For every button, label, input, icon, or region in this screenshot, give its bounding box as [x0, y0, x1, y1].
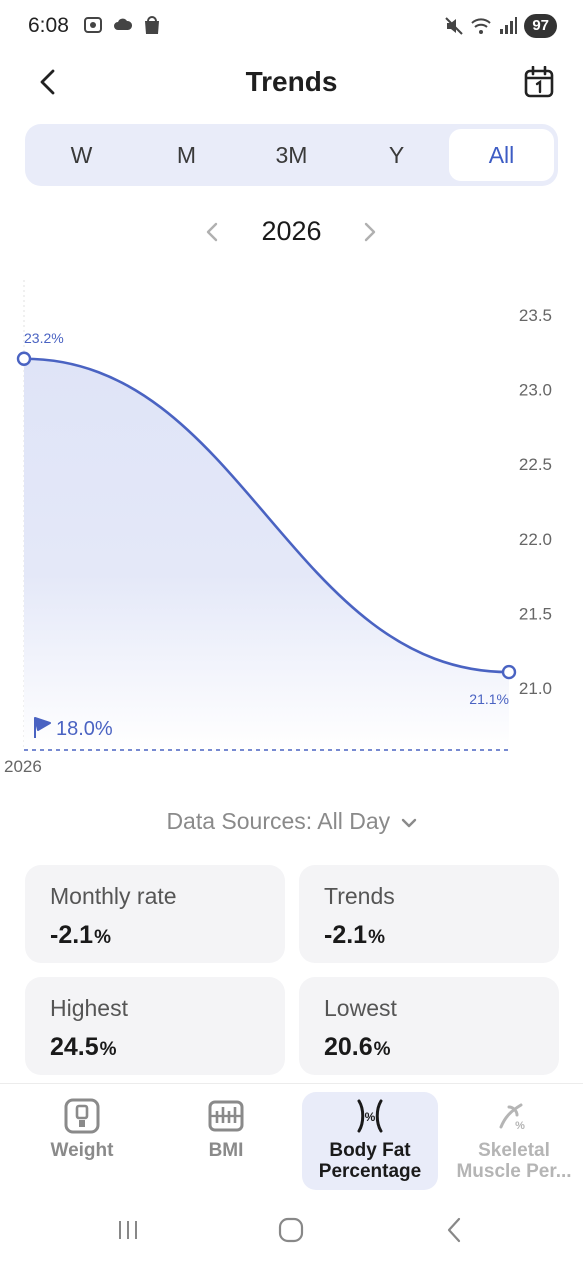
- home-button[interactable]: [271, 1212, 311, 1248]
- muscle-icon: %: [499, 1103, 525, 1132]
- back-icon: [447, 1217, 461, 1243]
- tab-week[interactable]: W: [29, 129, 134, 181]
- nav-label: Weight: [50, 1140, 114, 1161]
- recent-apps-icon: [119, 1221, 137, 1239]
- stat-value: 20.6%: [324, 1033, 391, 1061]
- period-tabs: W M 3M Y All: [25, 124, 558, 186]
- system-navigation-bar: [0, 1200, 583, 1260]
- stat-card-lowest: Lowest 20.6%: [299, 977, 559, 1075]
- stat-value: -2.1%: [50, 921, 111, 949]
- home-icon: [278, 1217, 304, 1243]
- status-bar: 6:08 97: [0, 0, 583, 56]
- nav-label: Body Fat Percentage: [318, 1140, 422, 1182]
- body-fat-trend-chart: 23.5 23.0 22.5 22.0 21.5 21.0 23.2% 21.1% 18.0% 2…: [0, 270, 583, 790]
- chevron-right-icon: [364, 222, 376, 242]
- x-tick-label: 2026: [4, 757, 42, 776]
- battery-level: 97: [524, 14, 557, 38]
- data-sources-dropdown[interactable]: Data Sources: All Day: [0, 808, 583, 835]
- goal-label: 18.0%: [56, 718, 113, 740]
- stat-value: 24.5%: [50, 1033, 117, 1061]
- tab-3-months[interactable]: 3M: [239, 129, 344, 181]
- calendar-icon: [524, 66, 554, 98]
- stat-label: Trends: [324, 883, 395, 909]
- system-back-button[interactable]: [434, 1212, 474, 1248]
- status-time: 6:08: [28, 14, 69, 37]
- y-tick-label: 23.0: [519, 381, 552, 400]
- body-fat-icon: %: [357, 1099, 383, 1133]
- stat-value: -2.1%: [324, 921, 385, 949]
- status-notification-icons: [82, 14, 162, 36]
- y-tick-label: 21.5: [519, 604, 552, 623]
- signal-icon: [500, 17, 518, 34]
- screenshot-icon: [84, 17, 102, 33]
- stat-label: Monthly rate: [50, 883, 177, 909]
- recent-apps-button[interactable]: [108, 1212, 148, 1248]
- nav-body-fat-percentage[interactable]: % Body Fat Percentage: [302, 1092, 438, 1190]
- y-tick-label: 22.5: [519, 455, 552, 474]
- nav-skeletal-muscle[interactable]: % Skeletal Muscle Per...: [448, 1092, 580, 1190]
- data-label-start: 23.2%: [24, 330, 64, 346]
- mute-icon: [445, 17, 464, 35]
- y-tick-label: 22.0: [519, 530, 552, 549]
- cloud-icon: [114, 18, 133, 30]
- nav-bmi[interactable]: BMI: [166, 1092, 286, 1190]
- y-tick-label: 21.0: [519, 679, 552, 698]
- stat-label: Highest: [50, 995, 128, 1021]
- stat-card-monthly-rate: Monthly rate -2.1%: [25, 865, 285, 963]
- nav-label: BMI: [208, 1140, 244, 1161]
- tab-year[interactable]: Y: [344, 129, 449, 181]
- bottom-navigation: Weight BMI % Body Fat Percentage % Skele…: [0, 1083, 583, 1193]
- tab-all[interactable]: All: [449, 129, 554, 181]
- nav-label: Skeletal Muscle Per...: [456, 1140, 572, 1182]
- stat-card-highest: Highest 24.5%: [25, 977, 285, 1075]
- svg-text:%: %: [515, 1120, 525, 1132]
- y-tick-label: 23.5: [519, 306, 552, 325]
- stat-card-trends: Trends -2.1%: [299, 865, 559, 963]
- year-navigator: 2026: [0, 206, 583, 258]
- data-label-end: 21.1%: [469, 691, 509, 707]
- data-point-end: [501, 664, 517, 680]
- chart-canvas: 23.5 23.0 22.5 22.0 21.5 21.0 23.2% 21.1% 18.0% 2…: [4, 280, 552, 776]
- year-label: 2026: [261, 216, 322, 246]
- nav-weight[interactable]: Weight: [22, 1092, 142, 1190]
- stat-label: Lowest: [324, 995, 397, 1021]
- shopping-bag-icon: [145, 16, 159, 34]
- app-header: Trends: [0, 56, 583, 116]
- chevron-down-icon: [401, 818, 416, 828]
- tab-month[interactable]: M: [134, 129, 239, 181]
- wifi-icon: [471, 18, 492, 34]
- next-year-button[interactable]: [354, 216, 386, 248]
- calendar-button[interactable]: [521, 64, 557, 100]
- data-point-start: [16, 351, 32, 366]
- data-sources-label: Data Sources: All Day: [166, 808, 391, 834]
- scale-icon: [64, 1098, 100, 1134]
- svg-text:%: %: [365, 1110, 376, 1124]
- ruler-icon: [208, 1100, 244, 1132]
- page-title: Trends: [245, 66, 338, 97]
- status-system-icons: 97: [444, 14, 557, 38]
- chart-area-fill: [24, 358, 509, 750]
